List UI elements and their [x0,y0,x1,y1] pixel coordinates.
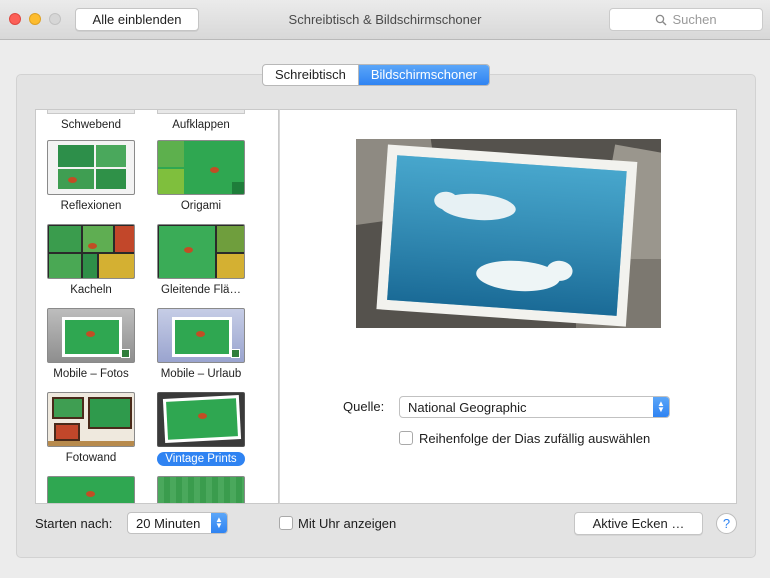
list-item[interactable]: Gleitende Flä… [146,224,256,296]
screensaver-label: Mobile – Fotos [53,368,129,380]
screensaver-label: Reflexionen [60,200,122,212]
start-after-value: 20 Minuten [136,515,201,531]
hot-corners-button[interactable]: Aktive Ecken … [574,512,703,535]
list-item[interactable]: Origami [146,140,256,212]
thumbnail-photo-wall [47,392,135,447]
list-item[interactable]: Mobile – Fotos [36,308,146,380]
popup-arrows-icon: ▲ ▼ [653,397,669,417]
show-clock-checkbox[interactable] [279,516,293,530]
search-placeholder: Suchen [672,12,717,27]
thumbnail-reflections [47,140,135,195]
screensaver-label: Schwebend [60,119,122,131]
tab-bar: Schreibtisch Bildschirmschoner [262,64,491,86]
shuffle-checkbox[interactable] [399,431,413,445]
screensaver-label: Origami [180,200,222,212]
screensaver-preview [356,139,661,328]
popup-arrows-icon: ▲ ▼ [211,513,227,533]
tab-screensaver[interactable]: Bildschirmschoner [358,65,490,85]
list-item[interactable]: Mobile – Urlaub [146,308,256,380]
thumbnail-mobile-photos [47,308,135,363]
thumbnail-vintage-prints [157,392,245,447]
screensaver-label: Kacheln [70,284,112,296]
thumbnail-ken-burns [157,476,245,503]
list-item[interactable] [146,476,256,503]
thumbnail-classic [47,476,135,503]
preview-image [356,139,661,328]
list-item[interactable]: Reflexionen [36,140,146,212]
thumbnail-tiles [47,224,135,279]
screensaver-label: Vintage Prints [157,452,245,466]
list-item[interactable]: Schwebend [36,110,146,131]
screensaver-label: Fotowand [65,452,117,464]
list-item[interactable]: Fotowand [36,392,146,464]
source-popup[interactable]: National Geographic ▲ ▼ [399,396,670,418]
list-item[interactable] [36,476,146,503]
screensaver-label: Gleitende Flä… [161,284,241,296]
list-item[interactable]: Kacheln [36,224,146,296]
search-icon [656,14,667,25]
tab-desktop[interactable]: Schreibtisch [263,65,359,85]
thumbnail-floating [47,110,135,114]
list-item[interactable]: Aufklappen [146,110,256,131]
help-button[interactable]: ? [716,513,737,534]
source-value: National Geographic [408,399,527,415]
start-after-label: Starten nach: [35,516,113,531]
screensaver-list[interactable]: Schwebend Aufklappen Reflexionen Origami [35,109,279,504]
thumbnail-flipup [157,110,245,114]
list-item-selected[interactable]: Vintage Prints [146,392,256,466]
screensaver-label: Aufklappen [172,119,230,131]
show-clock-label: Mit Uhr anzeigen [298,516,397,531]
shuffle-label: Reihenfolge der Dias zufällig auswählen [419,431,651,446]
thumbnail-sliding-panels [157,224,245,279]
source-label: Quelle: [343,399,385,414]
search-field[interactable]: Suchen [609,8,763,31]
thumbnail-origami [157,140,245,195]
start-after-popup[interactable]: 20 Minuten ▲ ▼ [127,512,228,534]
screensaver-label: Mobile – Urlaub [160,368,242,380]
thumbnail-mobile-vacation [157,308,245,363]
title-bar: Alle einblenden Schreibtisch & Bildschir… [0,0,770,40]
